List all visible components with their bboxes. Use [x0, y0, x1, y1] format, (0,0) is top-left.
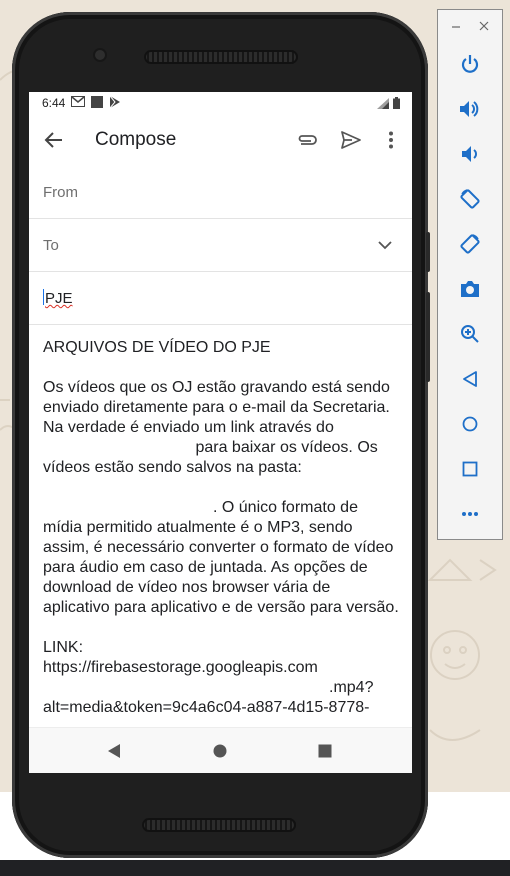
window-controls	[438, 19, 502, 35]
screenshot-icon	[461, 281, 479, 297]
back-button[interactable]	[41, 127, 67, 153]
page-title: Compose	[95, 129, 177, 150]
send-icon	[341, 131, 361, 149]
minimize-button[interactable]	[451, 19, 461, 38]
link-line-1[interactable]: https://firebasestorage.googleapis.com	[43, 658, 401, 678]
power-button[interactable]	[455, 49, 485, 79]
link-line-2[interactable]: .mp4?	[43, 678, 401, 698]
rotate-right-button[interactable]	[455, 229, 485, 259]
more-icon	[462, 512, 478, 516]
minimize-icon	[452, 26, 460, 28]
volume-down-button[interactable]	[455, 139, 485, 169]
phone-screen: 6:44 Compose From To PJE ARQUIVOS DE VÍD…	[29, 92, 412, 773]
volume-up-button[interactable]	[455, 94, 485, 124]
bottom-speaker-grille	[142, 818, 296, 832]
subject-input[interactable]: PJE	[43, 289, 73, 307]
back-arrow-icon	[44, 132, 62, 148]
navigation-bar	[29, 727, 412, 773]
email-body[interactable]: ARQUIVOS DE VÍDEO DO PJE Os vídeos que o…	[43, 338, 401, 726]
top-speaker-grille	[144, 50, 298, 64]
rotate-right-icon	[460, 234, 480, 254]
nav-back-icon	[108, 744, 120, 758]
more-options-button[interactable]	[379, 127, 403, 153]
chevron-down-icon	[378, 240, 392, 249]
from-label: From	[43, 184, 78, 201]
subject-value: PJE	[45, 290, 73, 307]
body-heading: ARQUIVOS DE VÍDEO DO PJE	[43, 339, 271, 356]
back-button-emulator[interactable]	[455, 364, 485, 394]
rotate-left-button[interactable]	[455, 184, 485, 214]
back-icon	[463, 371, 477, 387]
close-button[interactable]	[479, 19, 489, 38]
body-paragraph-2: . O único formato de mídia permitido atu…	[43, 498, 401, 618]
home-icon	[462, 416, 478, 432]
redacted-text	[43, 511, 213, 512]
side-button	[426, 292, 430, 382]
front-camera	[95, 50, 105, 60]
zoom-icon	[461, 325, 479, 343]
nav-back-button[interactable]	[103, 740, 125, 762]
link-block: LINK: https://firebasestorage.googleapis…	[43, 638, 401, 718]
nav-recents-icon	[318, 744, 332, 758]
square-notification-icon	[91, 95, 104, 111]
screenshot-button[interactable]	[455, 274, 485, 304]
from-field[interactable]: From	[29, 166, 412, 219]
play-store-notification-icon	[109, 95, 121, 111]
battery-icon	[393, 97, 400, 112]
emulator-toolbar	[437, 9, 503, 540]
attach-icon	[298, 135, 317, 145]
attach-button[interactable]	[294, 127, 320, 153]
link-line-3[interactable]: alt=media&token=9c4a6c04-a887-4d15-8778-	[43, 698, 401, 718]
status-time: 6:44	[42, 96, 66, 110]
more-vert-icon	[389, 131, 393, 149]
to-field[interactable]: To	[29, 219, 412, 272]
body-paragraph-1-end: para baixar os vídeos. Os vídeos estão s…	[43, 439, 378, 476]
gmail-notification-icon	[71, 96, 86, 110]
send-button[interactable]	[337, 126, 365, 154]
volume-down-icon	[462, 146, 477, 162]
link-label: LINK:	[43, 639, 84, 656]
overview-button[interactable]	[455, 454, 485, 484]
home-button-emulator[interactable]	[455, 409, 485, 439]
nav-home-button[interactable]	[209, 740, 231, 762]
nav-recents-button[interactable]	[314, 740, 336, 762]
volume-up-icon	[460, 101, 479, 117]
body-paragraph-1-start: Os vídeos que os OJ estão gravando está …	[43, 379, 390, 436]
overview-icon	[462, 461, 478, 477]
nav-home-icon	[213, 744, 227, 758]
body-paragraph-2-text: . O único formato de mídia permitido atu…	[43, 499, 399, 616]
text-cursor	[43, 289, 44, 305]
side-button	[426, 232, 430, 272]
body-paragraph-1: Os vídeos que os OJ estão gravando está …	[43, 378, 401, 478]
taskbar	[0, 860, 510, 876]
expand-recipients-button[interactable]	[375, 235, 395, 255]
signal-icon	[377, 97, 389, 112]
rotate-left-icon	[460, 189, 480, 209]
power-icon	[461, 55, 479, 73]
status-bar: 6:44	[29, 92, 412, 114]
zoom-button[interactable]	[455, 319, 485, 349]
close-icon	[479, 21, 489, 31]
more-button[interactable]	[455, 499, 485, 529]
app-bar: Compose	[29, 114, 412, 166]
to-label: To	[43, 237, 59, 254]
subject-field[interactable]: PJE	[29, 272, 412, 325]
